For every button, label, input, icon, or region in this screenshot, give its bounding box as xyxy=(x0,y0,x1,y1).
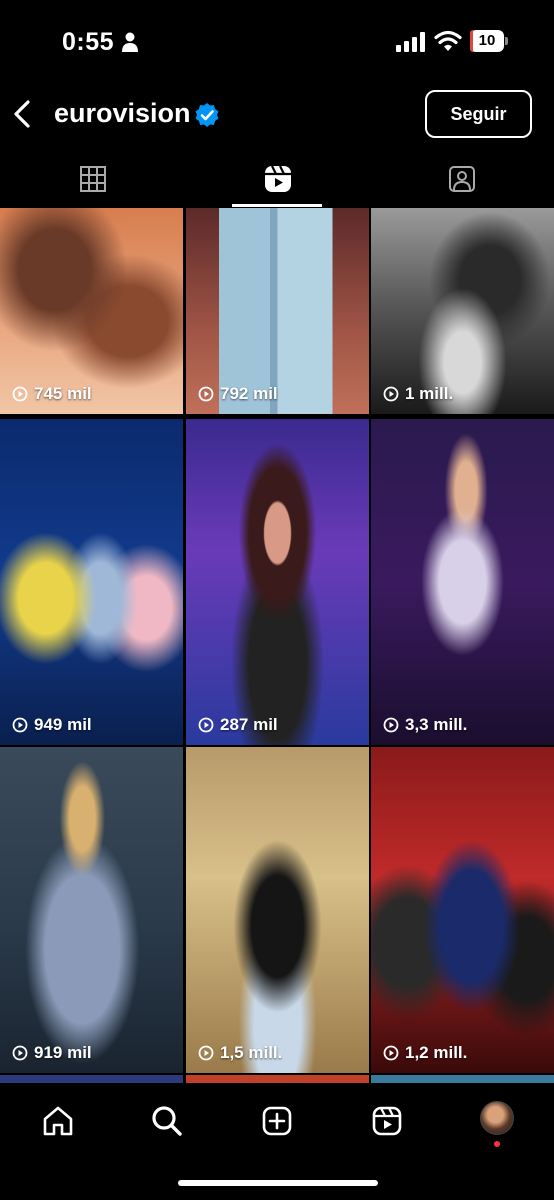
play-icon xyxy=(12,1045,28,1061)
reel-tile[interactable]: 792 mil xyxy=(186,208,369,414)
reel-tile-partial[interactable] xyxy=(371,1075,554,1083)
tab-tagged[interactable] xyxy=(369,150,554,208)
reel-tile[interactable]: 1,5 mill. xyxy=(186,747,369,1073)
view-count: 1 mill. xyxy=(383,384,453,404)
battery-percent: 10 xyxy=(478,32,496,49)
home-icon xyxy=(43,1106,73,1136)
search-icon xyxy=(152,1106,182,1136)
status-bar: 0:55 10 xyxy=(0,0,554,84)
reels-icon xyxy=(264,165,291,192)
play-icon xyxy=(383,386,399,402)
grid-icon xyxy=(79,166,106,192)
active-tab-indicator xyxy=(232,204,322,207)
tab-reels[interactable] xyxy=(185,150,370,208)
play-icon xyxy=(198,717,214,733)
play-icon xyxy=(12,386,28,402)
notification-dot xyxy=(494,1141,500,1147)
profile-avatar[interactable] xyxy=(480,1101,514,1135)
profile-tabs xyxy=(0,150,554,208)
play-icon xyxy=(12,717,28,733)
nav-reels[interactable] xyxy=(367,1101,407,1141)
battery-indicator: 10 xyxy=(470,30,508,52)
view-count: 3,3 mill. xyxy=(383,715,467,735)
tab-posts-grid[interactable] xyxy=(0,150,185,208)
profile-username: eurovision xyxy=(54,98,191,128)
nav-search[interactable] xyxy=(147,1101,187,1141)
view-count: 792 mil xyxy=(198,384,278,404)
play-icon xyxy=(383,717,399,733)
play-icon xyxy=(198,1045,214,1061)
reel-tile-partial[interactable] xyxy=(186,1075,369,1083)
view-count: 1,2 mill. xyxy=(383,1043,467,1063)
reel-tile[interactable]: 3,3 mill. xyxy=(371,419,554,745)
status-time: 0:55 xyxy=(62,28,115,56)
wifi-icon xyxy=(434,30,462,51)
signal-icon xyxy=(396,32,425,52)
view-count: 745 mil xyxy=(12,384,92,404)
verified-badge-icon xyxy=(195,103,219,127)
tagged-icon xyxy=(448,166,475,192)
nav-create[interactable] xyxy=(257,1101,297,1141)
reel-tile[interactable]: 745 mil xyxy=(0,208,183,414)
nav-home[interactable] xyxy=(38,1101,78,1141)
profile-header: eurovision Seguir xyxy=(0,84,554,144)
home-indicator xyxy=(178,1180,378,1186)
person-icon xyxy=(122,32,138,52)
view-count: 949 mil xyxy=(12,715,92,735)
follow-button[interactable]: Seguir xyxy=(425,90,532,138)
create-icon xyxy=(262,1106,292,1136)
reels-grid: 745 mil 792 mil 1 mill. 949 mil 287 mil xyxy=(0,208,554,1083)
view-count: 1,5 mill. xyxy=(198,1043,282,1063)
reels-icon xyxy=(372,1106,402,1136)
reel-tile[interactable]: 1,2 mill. xyxy=(371,747,554,1073)
view-count: 919 mil xyxy=(12,1043,92,1063)
play-icon xyxy=(383,1045,399,1061)
play-icon xyxy=(198,386,214,402)
reel-tile[interactable]: 287 mil xyxy=(186,419,369,745)
reel-tile-partial[interactable] xyxy=(0,1075,183,1083)
reel-tile[interactable]: 949 mil xyxy=(0,419,183,745)
view-count: 287 mil xyxy=(198,715,278,735)
reel-tile[interactable]: 1 mill. xyxy=(371,208,554,414)
back-arrow-icon[interactable] xyxy=(8,96,38,132)
reel-tile[interactable]: 919 mil xyxy=(0,747,183,1073)
